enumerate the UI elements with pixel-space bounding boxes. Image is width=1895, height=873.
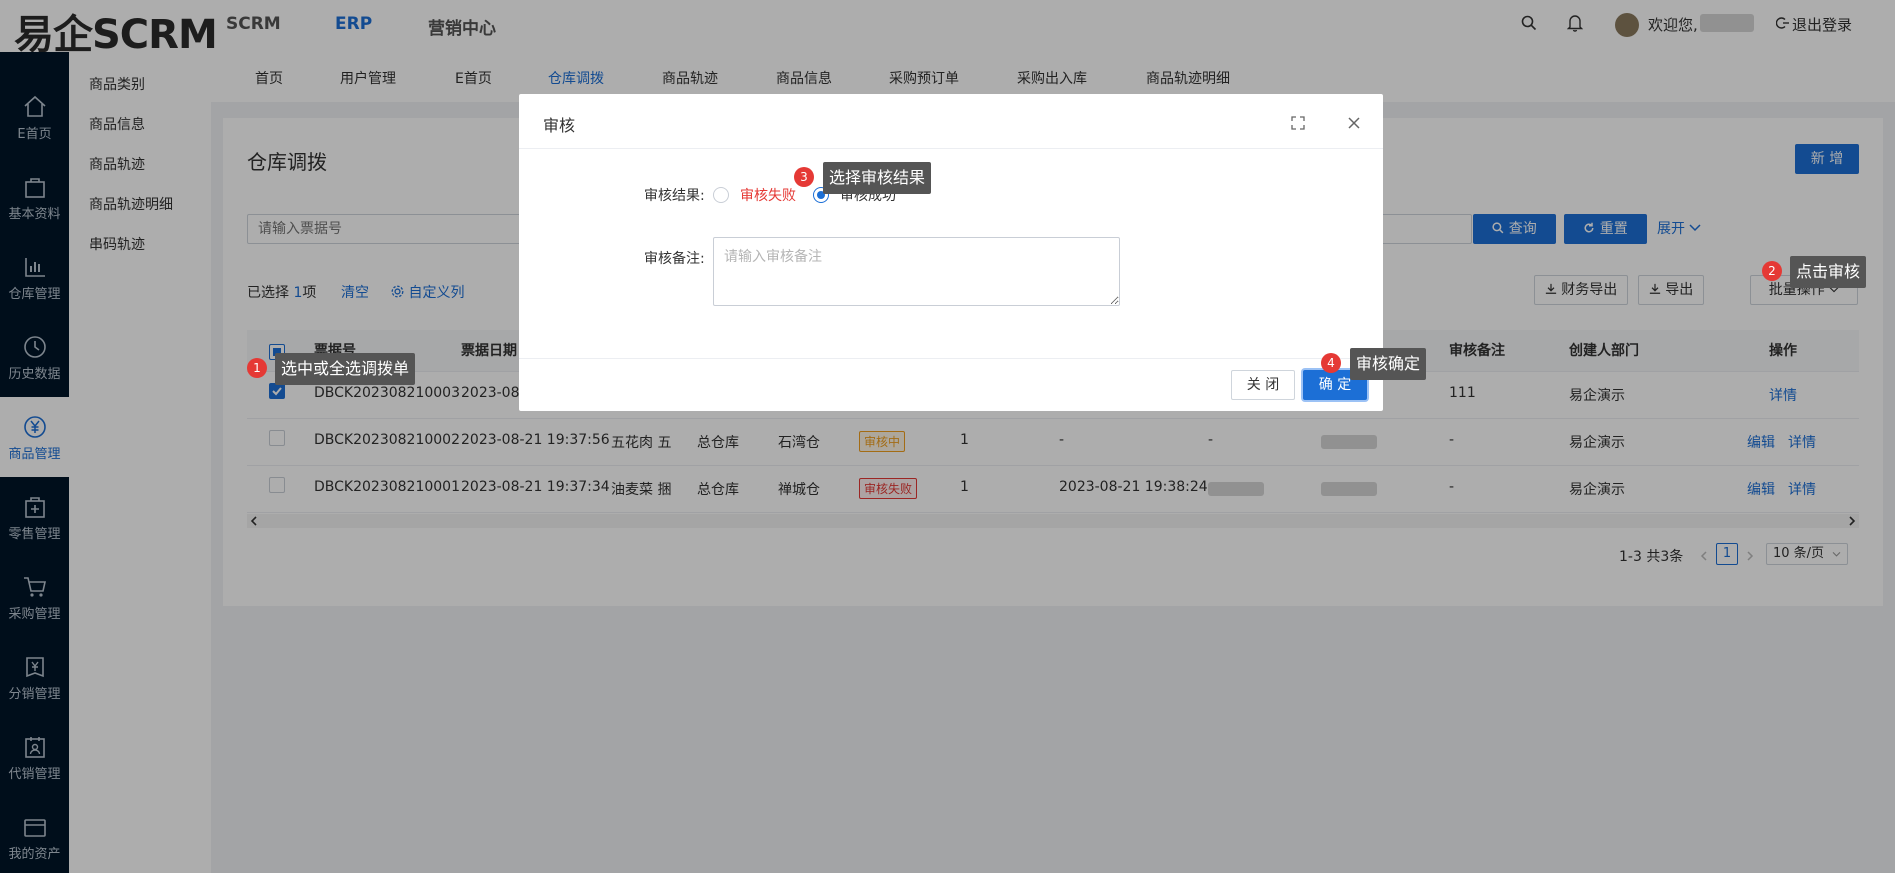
- modal-title: 审核: [543, 116, 576, 135]
- step-2-tooltip: 点击审核: [1790, 256, 1867, 288]
- modal-header-divider: [519, 148, 1383, 149]
- step-4-marker: 4: [1321, 353, 1341, 373]
- fullscreen-icon[interactable]: [1291, 116, 1305, 130]
- audit-remark-textarea[interactable]: [713, 237, 1120, 306]
- modal-close-button[interactable]: 关 闭: [1231, 370, 1295, 400]
- step-2-marker: 2: [1762, 261, 1782, 281]
- step-1-tooltip: 选中或全选调拨单: [275, 353, 416, 385]
- step-3-marker: 3: [794, 167, 814, 187]
- step-4-tooltip: 审核确定: [1350, 348, 1427, 380]
- step-3-tooltip: 选择审核结果: [823, 162, 932, 194]
- step-1-marker: 1: [247, 358, 267, 378]
- close-icon[interactable]: [1347, 116, 1361, 130]
- audit-fail-label[interactable]: 审核失败: [740, 185, 796, 205]
- modal-footer-divider: [519, 358, 1383, 359]
- radio-audit-fail[interactable]: [713, 187, 729, 203]
- audit-result-label: 审核结果:: [644, 188, 705, 204]
- audit-modal: 审核 审核结果: 审核失败 审核成功 审核备注: 关 闭 确 定: [519, 94, 1383, 411]
- audit-remark-label: 审核备注:: [644, 251, 705, 267]
